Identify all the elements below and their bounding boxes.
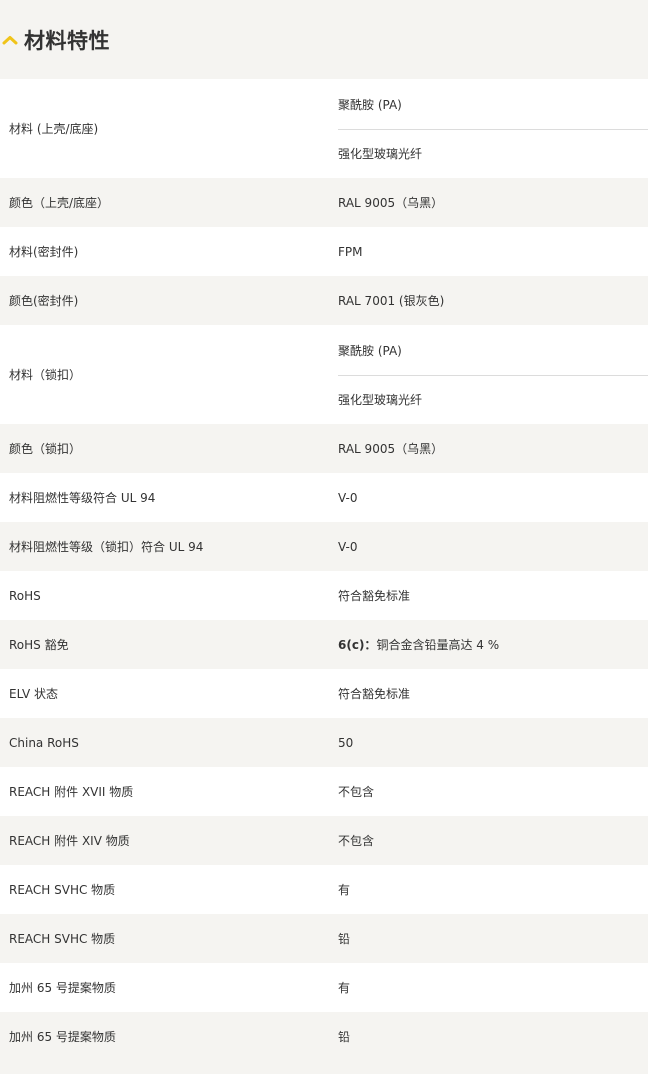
spec-value: 不包含 xyxy=(338,816,648,865)
table-bottom-strip xyxy=(0,1061,648,1074)
table-row: 材料(密封件) FPM xyxy=(0,227,648,276)
spec-label: 材料（锁扣） xyxy=(9,368,82,382)
spec-label: 材料(密封件) xyxy=(9,245,79,259)
spec-value-line: 有 xyxy=(338,981,351,995)
spec-value: 有 xyxy=(338,963,648,1012)
table-row: REACH 附件 XVII 物质 不包含 xyxy=(0,767,648,816)
spec-value-line: V-0 xyxy=(338,490,358,505)
spec-value: 有 xyxy=(338,865,648,914)
spec-label: REACH SVHC 物质 xyxy=(9,932,116,946)
spec-value: 6(c)： 铜合金含铅量高达 4 % xyxy=(338,620,648,669)
table-row: 材料阻燃性等级（锁扣）符合 UL 94 V-0 xyxy=(0,522,648,571)
table-row: 加州 65 号提案物质 有 xyxy=(0,963,648,1012)
spec-value-line: 聚酰胺 (PA) xyxy=(338,343,402,358)
spec-value: V-0 xyxy=(338,522,648,571)
material-properties-section: 材料特性 材料 (上壳/底座) 聚酰胺 (PA) 强化型玻璃光纤 颜色（上壳/底… xyxy=(0,0,648,1074)
spec-value-line: 不包含 xyxy=(338,834,375,848)
spec-table: 材料 (上壳/底座) 聚酰胺 (PA) 强化型玻璃光纤 颜色（上壳/底座） RA… xyxy=(0,79,648,1061)
table-row: 加州 65 号提案物质 铅 xyxy=(0,1012,648,1061)
table-row: 材料 (上壳/底座) 聚酰胺 (PA) 强化型玻璃光纤 xyxy=(0,79,648,178)
table-row: 颜色（锁扣） RAL 9005（乌黑） xyxy=(0,424,648,473)
table-row: RoHS 豁免 6(c)： 铜合金含铅量高达 4 % xyxy=(0,620,648,669)
spec-value: V-0 xyxy=(338,473,648,522)
spec-label: 材料阻燃性等级符合 UL 94 xyxy=(9,491,156,505)
section-header[interactable]: 材料特性 xyxy=(0,0,648,79)
spec-label: REACH 附件 XIV 物质 xyxy=(9,834,130,848)
spec-value: 50 xyxy=(338,718,648,767)
spec-value-line: RAL 9005（乌黑） xyxy=(338,196,444,210)
spec-value-line: FPM xyxy=(338,244,363,259)
spec-value-line: 6(c)： 铜合金含铅量高达 4 % xyxy=(338,620,648,669)
table-row: 材料（锁扣） 聚酰胺 (PA) 强化型玻璃光纤 xyxy=(0,325,648,424)
spec-value: 符合豁免标准 xyxy=(338,571,648,620)
spec-label: China RoHS xyxy=(9,735,79,750)
table-row: REACH SVHC 物质 铅 xyxy=(0,914,648,963)
spec-label: RoHS xyxy=(9,588,41,603)
spec-value-line: RAL 7001 (银灰色) xyxy=(338,294,445,308)
spec-value: 不包含 xyxy=(338,767,648,816)
spec-value-line: 符合豁免标准 xyxy=(338,589,411,603)
spec-value: RAL 9005（乌黑） xyxy=(338,178,648,227)
spec-value-line: 不包含 xyxy=(338,785,375,799)
spec-value: 符合豁免标准 xyxy=(338,669,648,718)
spec-value: 聚酰胺 (PA) 强化型玻璃光纤 xyxy=(338,79,648,178)
spec-value-line: V-0 xyxy=(338,539,358,554)
spec-label: ELV 状态 xyxy=(9,687,58,701)
spec-value-line: 聚酰胺 (PA) xyxy=(338,97,402,112)
spec-label: 加州 65 号提案物质 xyxy=(9,1030,116,1044)
spec-label: 材料阻燃性等级（锁扣）符合 UL 94 xyxy=(9,540,204,554)
table-row: REACH SVHC 物质 有 xyxy=(0,865,648,914)
spec-label: RoHS 豁免 xyxy=(9,638,69,652)
spec-label: 颜色(密封件) xyxy=(9,294,79,308)
spec-value-line: 强化型玻璃光纤 xyxy=(338,128,648,178)
spec-value: FPM xyxy=(338,227,648,276)
spec-label: 颜色（锁扣） xyxy=(9,442,82,456)
spec-value-line: 符合豁免标准 xyxy=(338,687,411,701)
spec-label: 加州 65 号提案物质 xyxy=(9,981,116,995)
spec-value-line: 铅 xyxy=(338,932,351,946)
table-row: 颜色（上壳/底座） RAL 9005（乌黑） xyxy=(0,178,648,227)
spec-value: 铅 xyxy=(338,1012,648,1061)
table-row: REACH 附件 XIV 物质 不包含 xyxy=(0,816,648,865)
table-row: RoHS 符合豁免标准 xyxy=(0,571,648,620)
spec-value-line: 强化型玻璃光纤 xyxy=(338,374,648,424)
spec-value: RAL 7001 (银灰色) xyxy=(338,276,648,325)
spec-value: RAL 9005（乌黑） xyxy=(338,424,648,473)
spec-value-line: 有 xyxy=(338,883,351,897)
spec-value-line: 铅 xyxy=(338,1030,351,1044)
table-row: 颜色(密封件) RAL 7001 (银灰色) xyxy=(0,276,648,325)
spec-label: REACH 附件 XVII 物质 xyxy=(9,785,134,799)
spec-value-text: 铜合金含铅量高达 4 % xyxy=(376,638,500,652)
chevron-up-icon[interactable] xyxy=(2,33,20,47)
table-row: China RoHS 50 xyxy=(0,718,648,767)
table-row: ELV 状态 符合豁免标准 xyxy=(0,669,648,718)
table-row: 材料阻燃性等级符合 UL 94 V-0 xyxy=(0,473,648,522)
spec-label: 材料 (上壳/底座) xyxy=(9,122,99,136)
spec-value: 聚酰胺 (PA) 强化型玻璃光纤 xyxy=(338,325,648,424)
section-title: 材料特性 xyxy=(24,28,110,53)
spec-value-bold-prefix: 6(c)： xyxy=(338,638,377,652)
spec-label: REACH SVHC 物质 xyxy=(9,883,116,897)
spec-value-line: 50 xyxy=(338,735,354,750)
spec-label: 颜色（上壳/底座） xyxy=(9,196,110,210)
spec-value: 铅 xyxy=(338,914,648,963)
spec-value-line: RAL 9005（乌黑） xyxy=(338,442,444,456)
